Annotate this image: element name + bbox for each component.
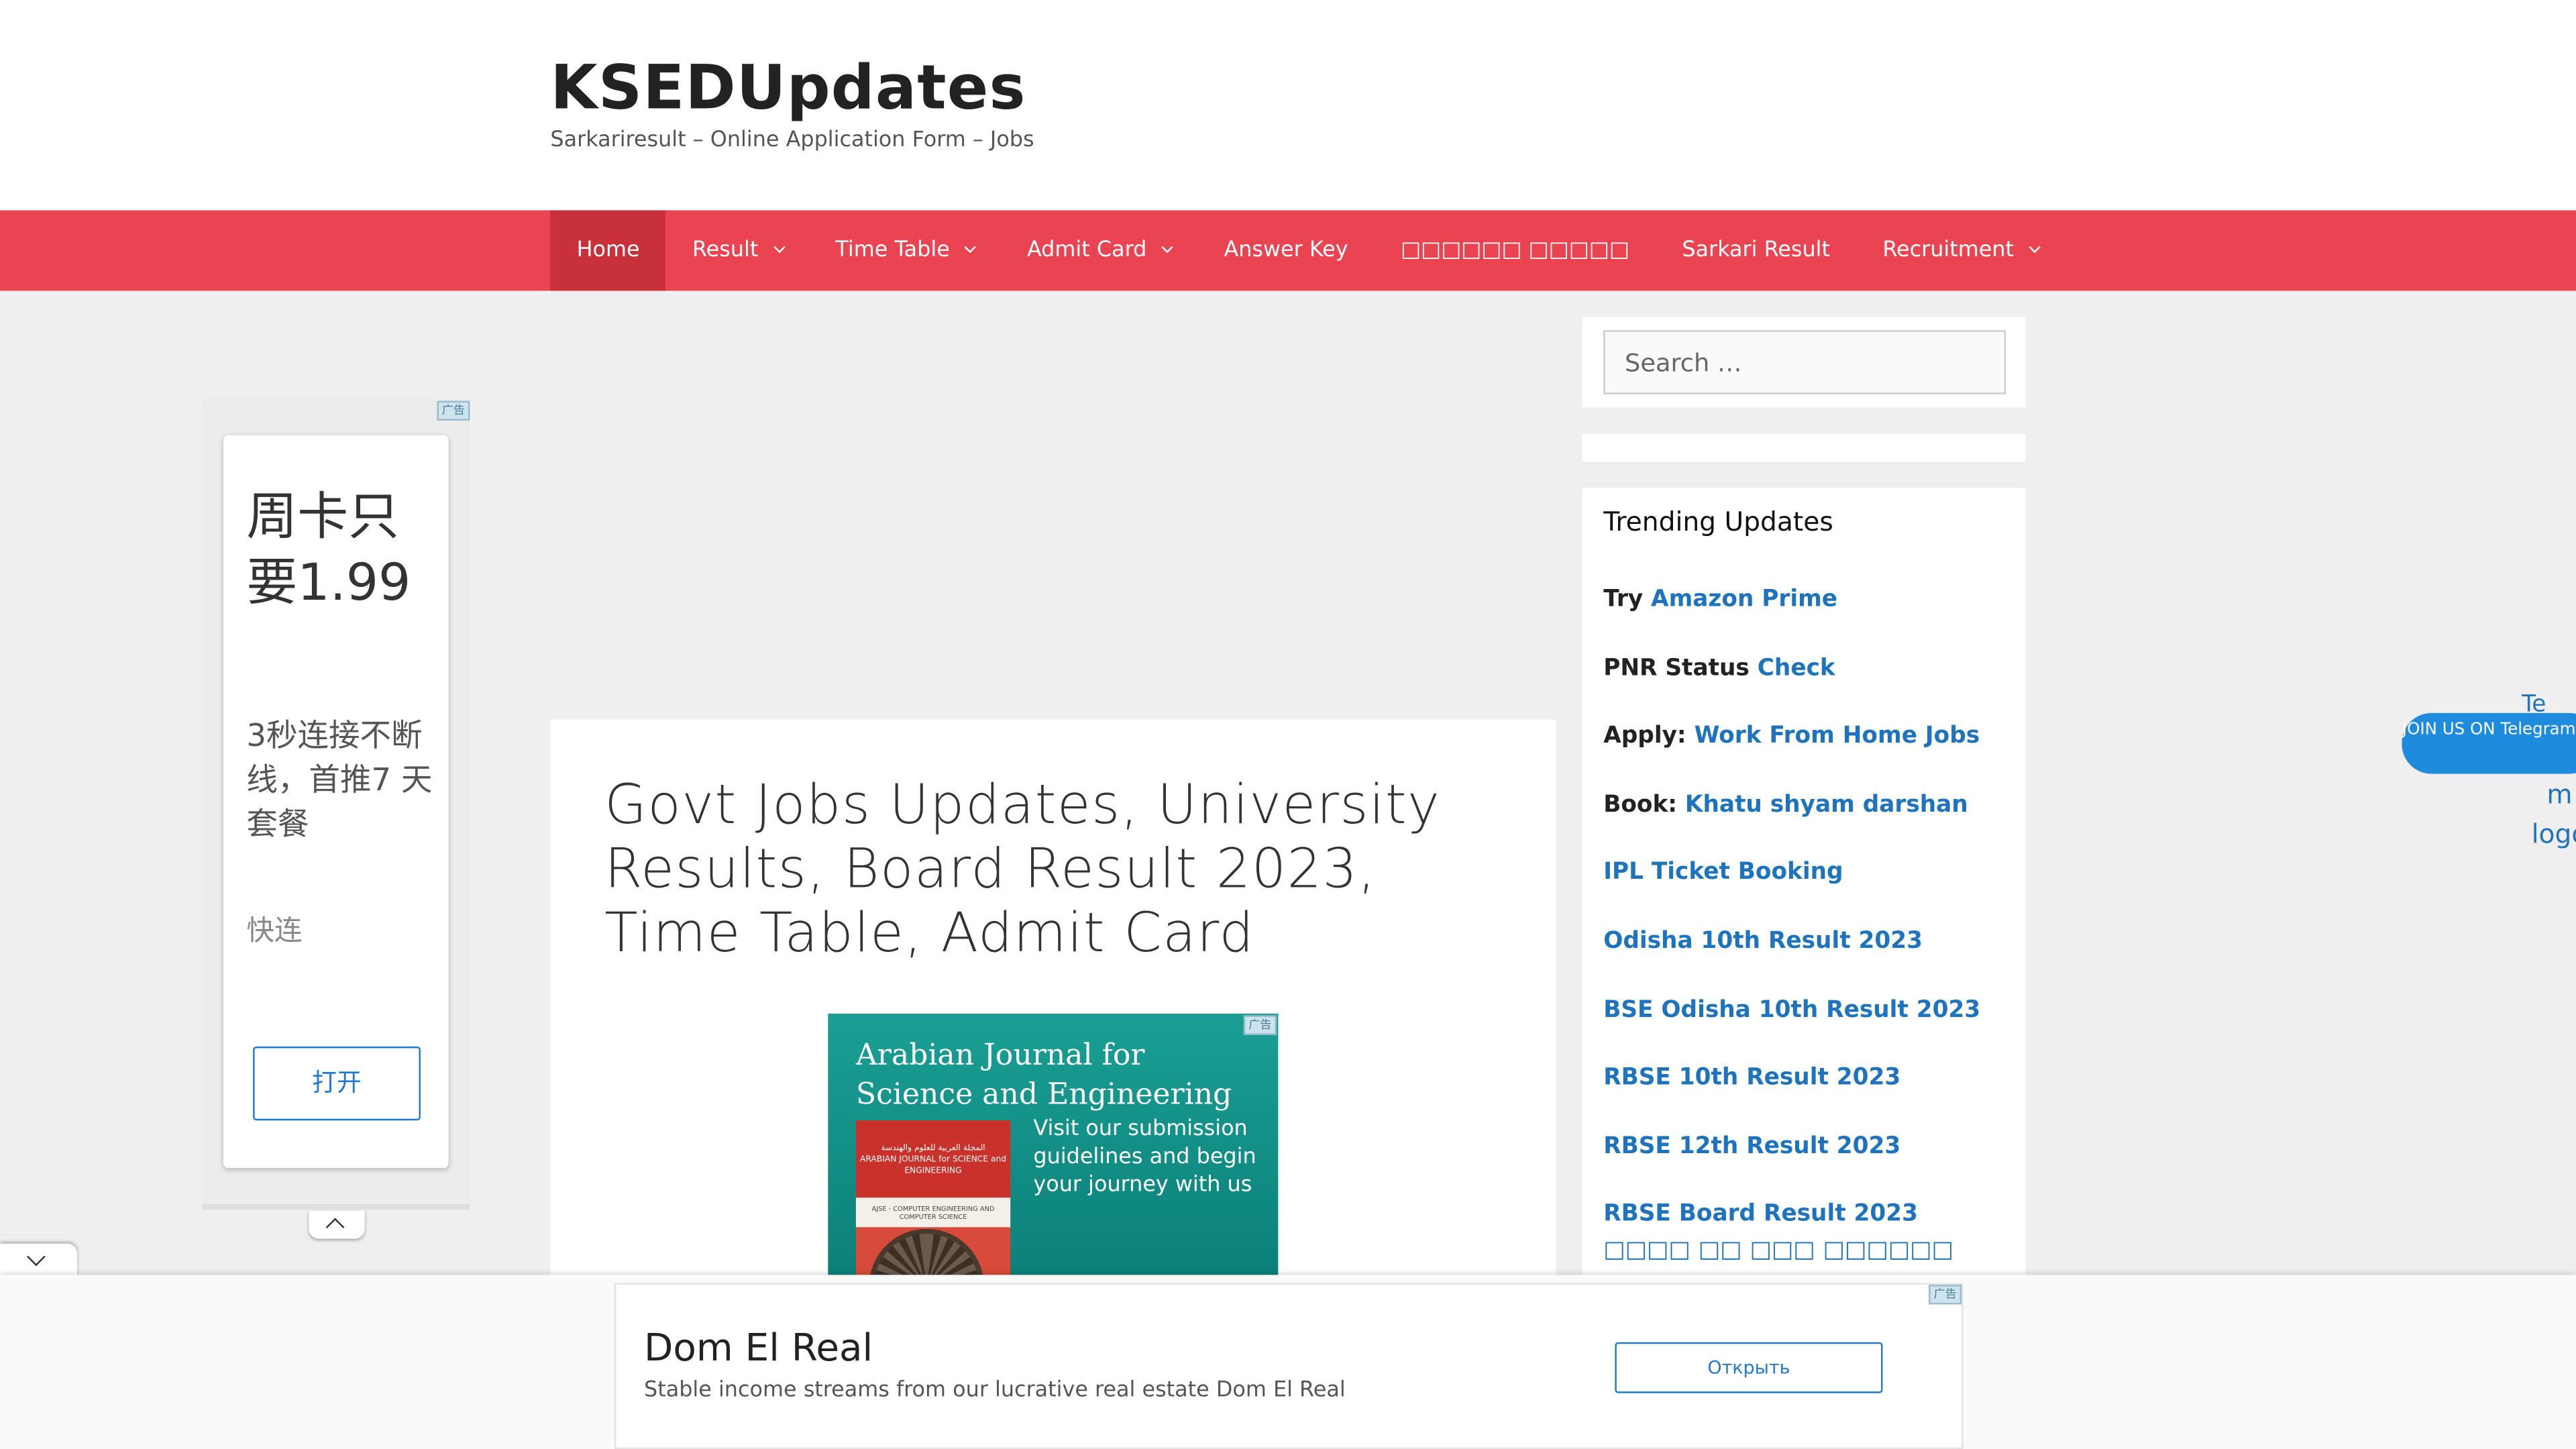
journal-ad-title: Arabian Journal for Science and Engineer… bbox=[855, 1038, 1232, 1112]
trending-item-prefix: Try bbox=[1603, 586, 1652, 613]
trending-item-link[interactable]: Odisha 10th Result 2023 bbox=[1603, 928, 1923, 955]
chevron-down-icon bbox=[773, 241, 785, 254]
nav-items: Home Result Time Table Admit Card Answer Key… bbox=[550, 210, 2065, 291]
trending-item-link[interactable]: RBSE 10th Result 2023 bbox=[1603, 1065, 1900, 1091]
site-tagline: Sarkariresult – Online Application Form … bbox=[550, 128, 1034, 153]
trending-item-link[interactable]: Khatu shyam darshan bbox=[1685, 792, 1968, 818]
journal-ad[interactable]: Arabian Journal for Science and Engineer… bbox=[828, 1014, 1279, 1277]
nav-item-label: Recruitment bbox=[1882, 238, 2014, 263]
trending-item-link[interactable]: Work From Home Jobs bbox=[1695, 723, 1980, 749]
trending-title: Trending Updates bbox=[1603, 506, 1833, 537]
nav-item-2[interactable]: Time Table bbox=[809, 210, 1000, 290]
nav-item-6[interactable]: Sarkari Result bbox=[1656, 210, 1856, 290]
nav-item-label: Sarkari Result bbox=[1682, 238, 1830, 263]
ad-badge[interactable]: 广告 bbox=[1243, 1015, 1277, 1035]
site-header: KSEDUpdates Sarkariresult – Online Appli… bbox=[0, 0, 2576, 211]
nav-item-label: Home bbox=[576, 238, 640, 263]
trending-item: Odisha 10th Result 2023 bbox=[1603, 923, 2006, 959]
trending-item-link[interactable]: IPL Ticket Booking bbox=[1603, 860, 1843, 886]
left-ad-headline: 周卡只要1.99 bbox=[246, 488, 411, 613]
left-ad-open-button[interactable]: 打开 bbox=[253, 1046, 421, 1121]
trending-item: IPL Ticket Booking bbox=[1603, 855, 2006, 891]
journal-cover-arabic: المجلة العربية للعلوم والهندسة bbox=[881, 1143, 985, 1154]
nav-item-4[interactable]: Answer Key bbox=[1197, 210, 1374, 290]
trending-list: Try Amazon Prime PNR Status Check Apply: W… bbox=[1603, 582, 2006, 1337]
nav-item-label: Result bbox=[692, 238, 759, 263]
left-ad-body: 3秒连接不断线，首推7 天套餐 bbox=[246, 718, 433, 843]
left-ad-divider bbox=[202, 1204, 470, 1210]
left-ad-source: 快连 bbox=[246, 915, 303, 949]
page-title: Govt Jobs Updates, University Results, B… bbox=[604, 772, 1441, 965]
main-navigation: Home Result Time Table Admit Card Answer Key… bbox=[0, 210, 2576, 291]
empty-widget bbox=[1582, 433, 2026, 462]
journal-cover-section: AJSE - COMPUTER ENGINEERING AND COMPUTER… bbox=[855, 1197, 1011, 1228]
search-input[interactable] bbox=[1603, 330, 2006, 394]
ad-badge[interactable]: 广告 bbox=[1929, 1285, 1962, 1305]
trending-item-link[interactable]: Check bbox=[1758, 655, 1835, 681]
bottom-sticky-ad: Dom El Real Stable income streams from o… bbox=[0, 1275, 2576, 1449]
chevron-down-icon bbox=[2028, 241, 2041, 254]
ad-badge[interactable]: 广告 bbox=[437, 400, 470, 421]
chevron-down-icon bbox=[964, 241, 977, 254]
site-title[interactable]: KSEDUpdates bbox=[550, 52, 1026, 123]
trending-item-prefix: Book: bbox=[1603, 791, 1685, 818]
chevron-down-icon bbox=[27, 1247, 46, 1267]
trending-item: Apply: Work From Home Jobs bbox=[1603, 718, 2006, 755]
left-ad-card[interactable]: 周卡只要1.99 3秒连接不断线，首推7 天套餐 快连 打开 bbox=[223, 435, 449, 1169]
journal-ad-subtitle: Visit our submission guidelines and begi… bbox=[1033, 1117, 1256, 1198]
trending-item: Try Amazon Prime bbox=[1603, 582, 2006, 618]
trending-item: Book: Khatu shyam darshan bbox=[1603, 787, 2006, 823]
trending-item-prefix: PNR Status bbox=[1603, 655, 1758, 682]
nav-item-label: Time Table bbox=[835, 238, 950, 263]
nav-item-label: Admit Card bbox=[1026, 238, 1147, 263]
trending-item-link[interactable]: RBSE 12th Result 2023 bbox=[1603, 1133, 1900, 1159]
bottom-ad-title: Dom El Real bbox=[644, 1327, 873, 1371]
journal-cover-english: ARABIAN JOURNAL for SCIENCE and ENGINEER… bbox=[860, 1155, 1007, 1177]
nav-item-3[interactable]: Admit Card bbox=[1001, 210, 1197, 290]
nav-item-7[interactable]: Recruitment bbox=[1856, 210, 2065, 290]
trending-widget: Trending Updates Try Amazon Prime PNR Sta… bbox=[1582, 488, 2026, 1309]
nav-item-label: Answer Key bbox=[1224, 238, 1348, 263]
chevron-up-icon bbox=[325, 1218, 345, 1237]
trending-item-link[interactable]: Amazon Prime bbox=[1651, 586, 1837, 612]
trending-item: RBSE 12th Result 2023 bbox=[1603, 1128, 2006, 1165]
nav-item-label: □□□□□□ □□□□□ bbox=[1400, 238, 1629, 263]
search-widget bbox=[1582, 317, 2026, 408]
trending-item: BSE Odisha 10th Result 2023 bbox=[1603, 991, 2006, 1028]
chevron-down-icon bbox=[1161, 241, 1173, 254]
join-telegram-button[interactable]: JOIN US ON Telegram bbox=[2402, 712, 2576, 774]
telegram-logo-alt[interactable]: m logo bbox=[2527, 775, 2576, 855]
trending-item-link[interactable]: BSE Odisha 10th Result 2023 bbox=[1603, 996, 1980, 1022]
collapse-ad-button[interactable] bbox=[309, 1210, 365, 1239]
bottom-ad-open-button[interactable]: Открыть bbox=[1615, 1342, 1883, 1393]
journal-cover-title: المجلة العربية للعلوم والهندسة ARABIAN J… bbox=[855, 1120, 1011, 1198]
nav-item-5[interactable]: □□□□□□ □□□□□ bbox=[1375, 210, 1656, 290]
trending-item: RBSE 10th Result 2023 bbox=[1603, 1060, 2006, 1096]
trending-item-prefix: Apply: bbox=[1603, 723, 1695, 750]
bottom-ad-description: Stable income streams from our lucrative… bbox=[644, 1378, 1346, 1403]
bottom-ad-toggle[interactable] bbox=[0, 1243, 78, 1279]
nav-item-0[interactable]: Home bbox=[550, 210, 666, 291]
left-side-ad: 广告 周卡只要1.99 3秒连接不断线，首推7 天套餐 快连 打开 bbox=[202, 399, 470, 1211]
waterwheel-image bbox=[869, 1228, 984, 1277]
bottom-ad-card[interactable]: Dom El Real Stable income streams from o… bbox=[614, 1283, 1964, 1449]
journal-cover-image: المجلة العربية للعلوم والهندسة ARABIAN J… bbox=[855, 1120, 1011, 1277]
nav-item-1[interactable]: Result bbox=[666, 210, 809, 290]
trending-item: PNR Status Check bbox=[1603, 650, 2006, 686]
